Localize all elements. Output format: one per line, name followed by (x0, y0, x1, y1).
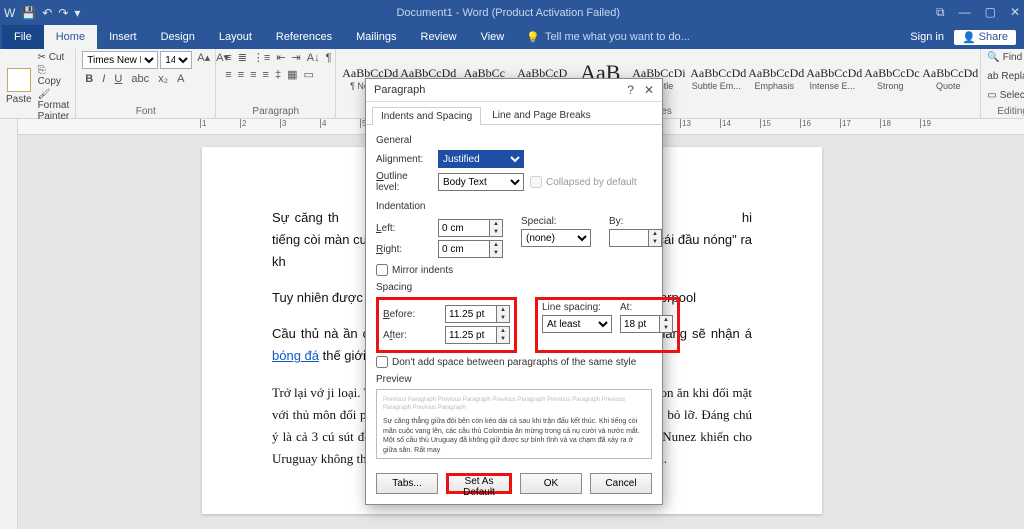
section-preview: Preview (376, 374, 652, 385)
collapsed-label: Collapsed by default (546, 177, 637, 188)
line-spacing-select[interactable]: At least (542, 315, 612, 333)
tab-line-page-breaks[interactable]: Line and Page Breaks (483, 106, 599, 124)
cancel-button[interactable]: Cancel (590, 473, 652, 494)
help-icon[interactable]: ? (627, 83, 634, 97)
down-icon[interactable]: ▼ (497, 314, 509, 322)
preview-box: Previous Paragraph Previous Paragraph Pr… (376, 389, 652, 459)
dialog-close-icon[interactable]: ✕ (644, 83, 654, 97)
left-input[interactable] (438, 219, 490, 237)
up-icon[interactable]: ▲ (490, 241, 502, 249)
section-spacing: Spacing (376, 282, 652, 293)
ok-button[interactable]: OK (520, 473, 582, 494)
up-icon[interactable]: ▲ (649, 230, 661, 238)
spacing-before-after-highlight: Before:▲▼ After:▲▼ (376, 297, 517, 353)
down-icon[interactable]: ▼ (490, 249, 502, 257)
dialog-layer: Paragraph ? ✕ IIndents and Spacingndents… (0, 0, 1024, 529)
before-input[interactable] (445, 305, 497, 323)
tab-indents-spacing[interactable]: IIndents and Spacingndents and Spacing (372, 107, 481, 125)
dialog-buttons: Tabs... Set As Default OK Cancel (366, 467, 662, 504)
up-icon[interactable]: ▲ (497, 306, 509, 314)
at-label: At: (620, 302, 673, 313)
dialog-titlebar[interactable]: Paragraph ? ✕ (366, 79, 662, 102)
dialog-title: Paragraph (374, 84, 617, 96)
section-general: General (376, 135, 652, 146)
paragraph-dialog: Paragraph ? ✕ IIndents and Spacingndents… (365, 78, 663, 505)
up-icon[interactable]: ▲ (660, 316, 672, 324)
after-label: After: (383, 330, 439, 341)
collapsed-checkbox (530, 176, 542, 188)
by-input[interactable] (609, 229, 649, 247)
mirror-checkbox[interactable] (376, 264, 388, 276)
tabs-button[interactable]: Tabs... (376, 473, 438, 494)
noadd-checkbox[interactable] (376, 356, 388, 368)
right-input[interactable] (438, 240, 490, 258)
special-select[interactable]: (none) (521, 229, 591, 247)
up-icon[interactable]: ▲ (497, 327, 509, 335)
by-label: By: (609, 216, 662, 227)
outline-select[interactable]: Body Text (438, 173, 524, 191)
special-label: Special: (521, 216, 591, 227)
line-spacing-label: Line spacing: (542, 302, 612, 313)
alignment-label: Alignment: (376, 154, 432, 165)
right-label: Right: (376, 244, 432, 255)
before-label: Before: (383, 309, 439, 320)
outline-label: Outline level: (376, 171, 432, 193)
down-icon[interactable]: ▼ (649, 238, 661, 246)
dialog-tabs: IIndents and Spacingndents and Spacing L… (366, 102, 662, 125)
down-icon[interactable]: ▼ (660, 324, 672, 332)
set-default-button[interactable]: Set As Default (446, 473, 512, 494)
down-icon[interactable]: ▼ (497, 335, 509, 343)
noadd-label: Don't add space between paragraphs of th… (392, 357, 636, 368)
down-icon[interactable]: ▼ (490, 228, 502, 236)
after-input[interactable] (445, 326, 497, 344)
mirror-label: Mirror indents (392, 265, 453, 276)
up-icon[interactable]: ▲ (490, 220, 502, 228)
section-indentation: Indentation (376, 201, 652, 212)
alignment-select[interactable]: Justified (438, 150, 524, 168)
line-spacing-highlight: Line spacing: At least At: ▲▼ (535, 297, 680, 353)
at-input[interactable] (620, 315, 660, 333)
left-label: Left: (376, 223, 432, 234)
